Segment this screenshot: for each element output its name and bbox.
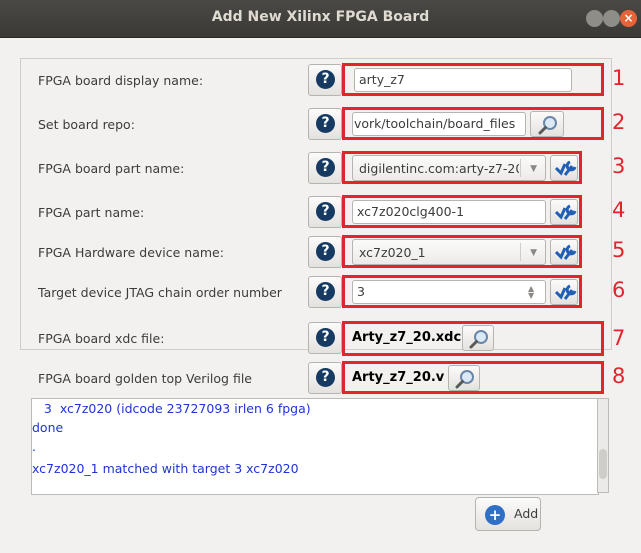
help-icon: ? bbox=[316, 158, 335, 177]
title-bar: Add New Xilinx FPGA Board × bbox=[0, 0, 641, 38]
marker-number: 4 bbox=[612, 198, 626, 222]
highlight-box bbox=[342, 235, 582, 268]
marker-number: 1 bbox=[612, 66, 626, 90]
highlight-box bbox=[342, 107, 604, 140]
help-icon: ? bbox=[316, 114, 335, 133]
scrollbar-thumb[interactable] bbox=[599, 449, 607, 479]
xdc-file-label: FPGA board xdc file: bbox=[38, 331, 165, 346]
highlight-box bbox=[342, 195, 582, 228]
row-board-part: FPGA board part name: ? digilentinc.com:… bbox=[30, 151, 625, 186]
row-jtag-order: Target device JTAG chain order number ? … bbox=[30, 275, 625, 310]
marker-number: 3 bbox=[612, 154, 626, 178]
close-button[interactable]: × bbox=[620, 10, 637, 27]
highlight-box bbox=[342, 361, 604, 394]
help-icon: ? bbox=[316, 70, 335, 89]
console-output[interactable]: 3 xc7z020 (idcode 23727093 irlen 6 fpga)… bbox=[31, 398, 599, 495]
row-board-repo: Set board repo: ? vork/toolchain/board_f… bbox=[30, 107, 625, 142]
console-line: 3 xc7z020 (idcode 23727093 irlen 6 fpga) bbox=[32, 401, 311, 416]
console-line: xc7z020_1 matched with target 3 xc7z020 bbox=[32, 461, 299, 476]
highlight-box bbox=[342, 151, 582, 184]
verilog-file-label: FPGA board golden top Verilog file bbox=[38, 371, 252, 386]
add-button-label: Add bbox=[514, 506, 539, 521]
help-button[interactable]: ? bbox=[308, 152, 342, 184]
console-line: . bbox=[32, 439, 36, 454]
minimize-button[interactable] bbox=[586, 10, 603, 27]
console-scrollbar[interactable] bbox=[597, 398, 609, 493]
row-xdc-file: FPGA board xdc file: ? Arty_z7_20.xdc 7 bbox=[30, 321, 625, 356]
marker-number: 7 bbox=[612, 326, 626, 350]
help-icon: ? bbox=[316, 328, 335, 347]
help-button[interactable]: ? bbox=[308, 236, 342, 268]
highlight-box bbox=[342, 63, 604, 96]
marker-number: 6 bbox=[612, 278, 626, 302]
marker-number: 5 bbox=[612, 238, 626, 262]
board-part-label: FPGA board part name: bbox=[38, 161, 185, 176]
help-button[interactable]: ? bbox=[308, 108, 342, 140]
marker-number: 8 bbox=[612, 364, 626, 388]
row-hw-device: FPGA Hardware device name: ? xc7z020_1 ▼… bbox=[30, 235, 625, 270]
add-button[interactable]: + Add bbox=[475, 497, 541, 531]
maximize-button[interactable] bbox=[603, 10, 620, 27]
help-button[interactable]: ? bbox=[308, 362, 342, 394]
row-display-name: FPGA board display name: ? arty_z7 1 bbox=[30, 63, 625, 98]
help-button[interactable]: ? bbox=[308, 322, 342, 354]
help-button[interactable]: ? bbox=[308, 196, 342, 228]
plus-icon: + bbox=[485, 505, 505, 525]
help-icon: ? bbox=[316, 368, 335, 387]
display-name-label: FPGA board display name: bbox=[38, 73, 204, 88]
row-part-name: FPGA part name: ? xc7z020clg400-1 4 bbox=[30, 195, 625, 230]
highlight-box bbox=[342, 275, 582, 308]
console-line: done bbox=[32, 420, 64, 435]
help-icon: ? bbox=[316, 242, 335, 261]
help-icon: ? bbox=[316, 202, 335, 221]
help-button[interactable]: ? bbox=[308, 276, 342, 308]
board-repo-label: Set board repo: bbox=[38, 117, 135, 132]
marker-number: 2 bbox=[612, 110, 626, 134]
highlight-box bbox=[342, 321, 604, 356]
hw-device-label: FPGA Hardware device name: bbox=[38, 245, 224, 260]
row-verilog-file: FPGA board golden top Verilog file ? Art… bbox=[30, 361, 625, 396]
help-button[interactable]: ? bbox=[308, 64, 342, 96]
jtag-order-label: Target device JTAG chain order number bbox=[38, 285, 282, 300]
window-title: Add New Xilinx FPGA Board bbox=[211, 9, 430, 25]
help-icon: ? bbox=[316, 282, 335, 301]
part-name-label: FPGA part name: bbox=[38, 205, 145, 220]
